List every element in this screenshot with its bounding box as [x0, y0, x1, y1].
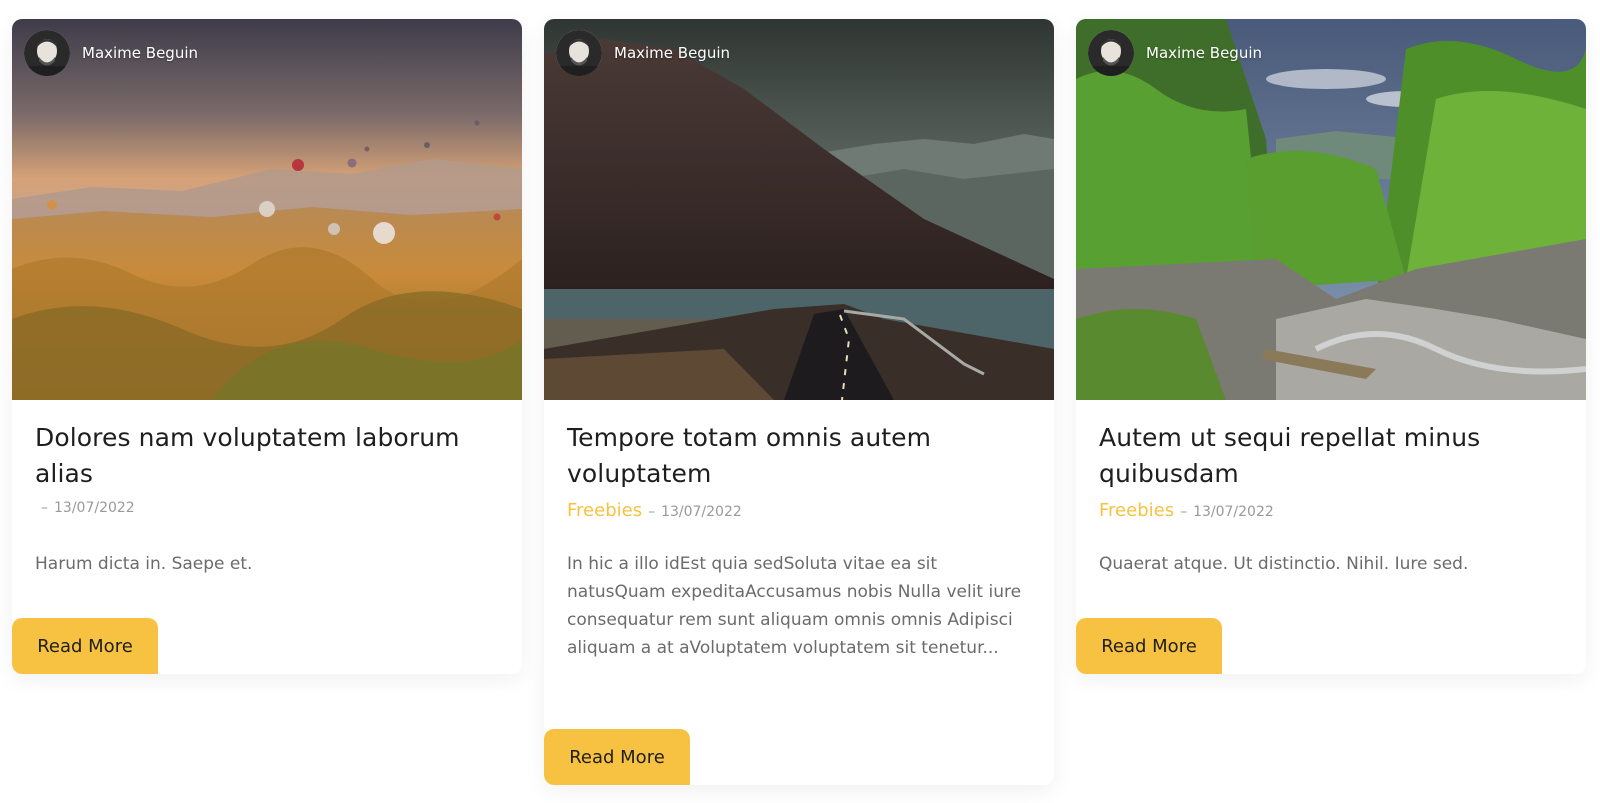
meta-separator: – [41, 500, 48, 516]
forest-stream-image [1076, 19, 1586, 400]
meta-separator: – [1180, 504, 1188, 520]
post-body: Tempore totam omnis autem voluptatem Fre… [544, 400, 1054, 662]
post-body: Dolores nam voluptatem laborum alias – 1… [12, 400, 522, 578]
mountain-road-image [544, 19, 1054, 400]
person-avatar-icon [1088, 30, 1134, 76]
meta-separator: – [648, 504, 656, 520]
post-thumbnail[interactable]: Maxime Beguin [544, 19, 1054, 400]
post-meta: Freebies – 13/07/2022 [1099, 500, 1563, 522]
post-card: Maxime Beguin Tempore totam omnis autem … [544, 19, 1054, 785]
post-card: Maxime Beguin Dolores nam voluptatem lab… [12, 19, 522, 674]
author-info[interactable]: Maxime Beguin [556, 30, 730, 76]
post-date: 13/07/2022 [54, 500, 135, 516]
post-excerpt: Quaerat atque. Ut distinctio. Nihil. Iur… [1099, 554, 1469, 574]
read-more-button[interactable]: Read More [544, 729, 690, 785]
person-avatar-icon [556, 30, 602, 76]
post-excerpt: Harum dicta in. Saepe et. [35, 554, 253, 574]
post-meta: Freebies – 13/07/2022 [567, 500, 1031, 522]
post-category[interactable]: Freebies [567, 500, 642, 521]
post-thumbnail[interactable]: Maxime Beguin [12, 19, 522, 400]
post-thumbnail[interactable]: Maxime Beguin [1076, 19, 1586, 400]
post-meta: – 13/07/2022 [35, 500, 499, 522]
post-title[interactable]: Dolores nam voluptatem laborum alias [35, 420, 499, 492]
post-date: 13/07/2022 [661, 504, 742, 520]
landscape-balloons-image [12, 19, 522, 400]
author-name: Maxime Beguin [1146, 44, 1263, 62]
read-more-button[interactable]: Read More [1076, 618, 1222, 674]
post-card: Maxime Beguin Autem ut sequi repellat mi… [1076, 19, 1586, 674]
read-more-button[interactable]: Read More [12, 618, 158, 674]
author-info[interactable]: Maxime Beguin [1088, 30, 1262, 76]
posts-grid: Maxime Beguin Dolores nam voluptatem lab… [12, 19, 1586, 789]
post-date: 13/07/2022 [1193, 504, 1274, 520]
post-category[interactable]: Freebies [1099, 500, 1174, 521]
author-name: Maxime Beguin [614, 44, 731, 62]
person-avatar-icon [24, 30, 70, 76]
post-title[interactable]: Tempore totam omnis autem voluptatem [567, 420, 1031, 492]
author-info[interactable]: Maxime Beguin [24, 30, 198, 76]
post-body: Autem ut sequi repellat minus quibusdam … [1076, 400, 1586, 578]
post-excerpt: In hic a illo idEst quia sedSoluta vitae… [567, 554, 1022, 658]
post-title[interactable]: Autem ut sequi repellat minus quibusdam [1099, 420, 1563, 492]
author-name: Maxime Beguin [82, 44, 199, 62]
